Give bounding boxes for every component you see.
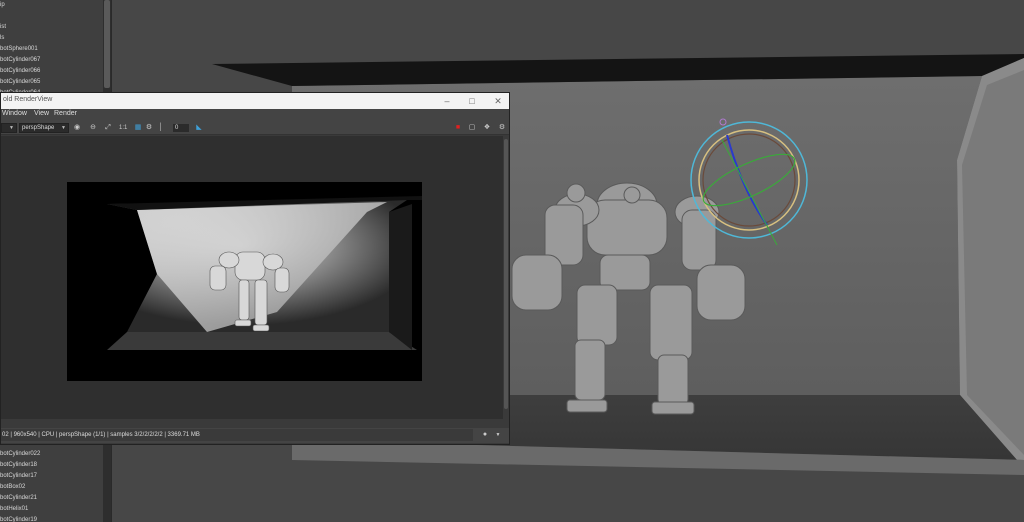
ratio-label[interactable]: 1:1 [119, 123, 127, 133]
rendered-scene [67, 182, 422, 381]
list-item[interactable]: botCylinder065 [0, 77, 100, 88]
menu-view[interactable]: View [34, 110, 49, 117]
list-item[interactable]: botCylinder022 [0, 449, 100, 460]
display-icon[interactable]: ◣ [194, 123, 204, 133]
snapshot-icon[interactable]: ⤢ [103, 123, 113, 133]
list-item[interactable]: botCylinder17 [0, 471, 100, 482]
maximize-icon[interactable]: □ [460, 93, 484, 109]
list-item[interactable]: botCylinder19 [0, 515, 100, 522]
list-item[interactable]: ist [0, 22, 100, 33]
status-bar: 02 | 960x540 | CPU | perspShape (1/1) | … [1, 428, 509, 443]
stop-icon[interactable]: ■ [453, 123, 463, 133]
outliner-list-top: ip ist ls botSphere001 botCylinder067 bo… [0, 0, 100, 99]
shape-select[interactable]: perspShape ▼ [19, 123, 69, 133]
list-item[interactable]: botCylinder066 [0, 66, 100, 77]
outliner-list-bottom: botCylinder022 botCylinder18 botCylinder… [0, 449, 100, 522]
list-item[interactable]: botHelix01 [0, 504, 100, 515]
list-item[interactable]: ip [0, 0, 100, 11]
camera-select[interactable]: ▼ [1, 123, 17, 133]
exposure-slider[interactable]: │ [156, 123, 166, 133]
menu-render[interactable]: Render [54, 110, 77, 117]
gear-icon[interactable]: ⚙ [144, 123, 154, 133]
channel-icon[interactable]: ▦ [133, 123, 143, 133]
render-status: 02 | 960x540 | CPU | perspShape (1/1) | … [1, 429, 473, 441]
chevron-down-icon: ▼ [9, 125, 14, 131]
sound-icon[interactable]: ❖ [482, 123, 492, 133]
render-image [67, 182, 422, 381]
list-item[interactable]: botCylinder067 [0, 55, 100, 66]
list-item[interactable]: ls [0, 33, 100, 44]
settings-icon[interactable]: ⚙ [497, 123, 507, 133]
minimize-icon[interactable]: – [435, 93, 459, 109]
list-item[interactable]: botSphere001 [0, 44, 100, 55]
menu-bar: Window View Render [1, 109, 509, 121]
render-toolbar: ▼ perspShape ▼ ◉ ⊖ ⤢ 1:1 ▦ ⚙ │ 0 ◣ ■ ▢ ❖ … [1, 121, 509, 135]
list-item[interactable]: botBox02 [0, 482, 100, 493]
scrollbar-thumb[interactable] [504, 139, 508, 409]
exposure-field[interactable]: 0 [173, 124, 189, 132]
window-title: old RenderView [3, 96, 53, 103]
refresh-icon[interactable]: ◉ [72, 123, 82, 133]
crop-icon[interactable]: ▢ [467, 123, 477, 133]
list-item[interactable]: botCylinder21 [0, 493, 100, 504]
render-view-window[interactable]: old RenderView – □ ✕ Window View Render … [0, 92, 510, 445]
region-icon[interactable]: ⊖ [88, 123, 98, 133]
scrollbar-thumb[interactable] [104, 0, 110, 88]
camera-icon[interactable]: ● [480, 430, 490, 440]
title-bar[interactable]: old RenderView – □ ✕ [1, 93, 509, 109]
render-canvas[interactable] [1, 136, 509, 419]
chevron-down-icon[interactable]: ▼ [493, 430, 503, 440]
list-item[interactable] [0, 11, 100, 22]
close-icon[interactable]: ✕ [486, 93, 510, 109]
render-scrollbar[interactable] [503, 136, 509, 419]
list-item[interactable]: botCylinder18 [0, 460, 100, 471]
menu-window[interactable]: Window [2, 110, 27, 117]
chevron-down-icon: ▼ [61, 125, 66, 131]
